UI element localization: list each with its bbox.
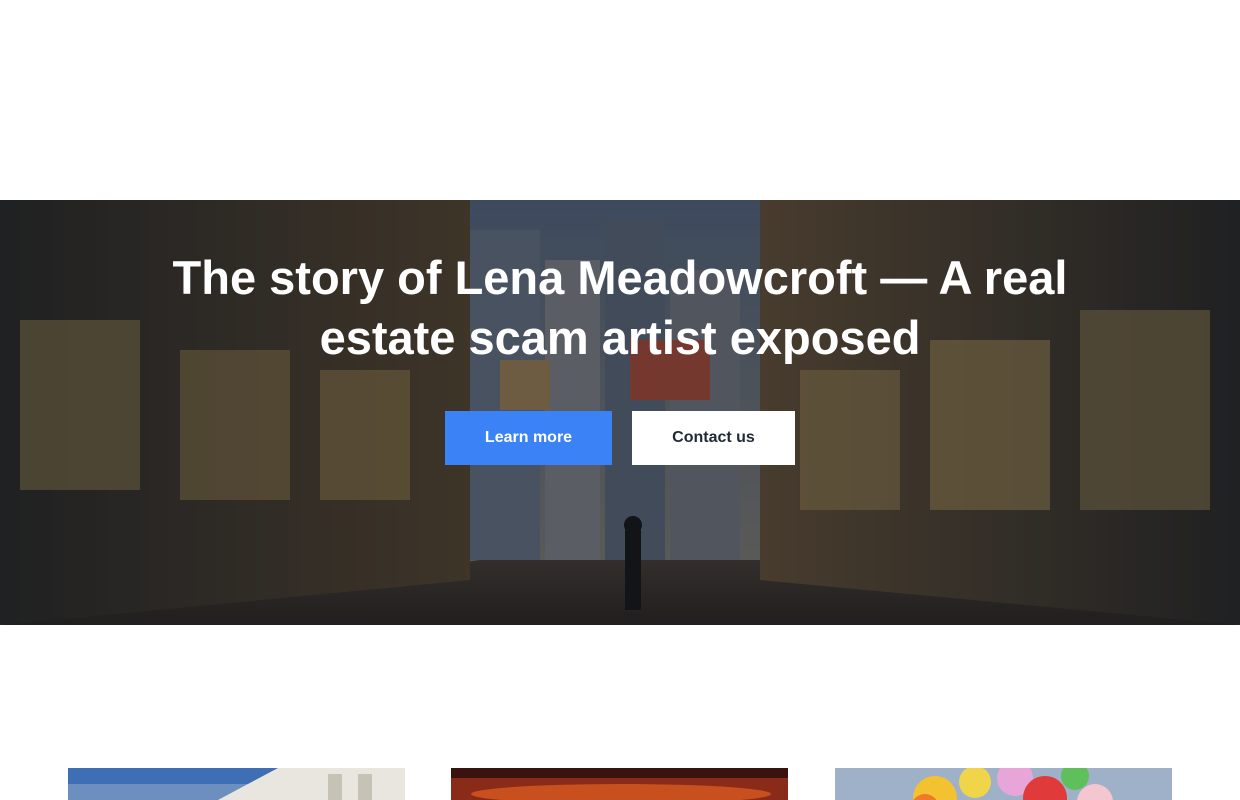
hero-title: The story of Lena Meadowcroft — A real e… <box>172 251 1068 364</box>
page: The story of Lena Meadowcroft — A real e… <box>0 0 1240 800</box>
card-image-balloons[interactable] <box>835 768 1172 800</box>
contact-us-button[interactable]: Contact us <box>632 411 795 465</box>
learn-more-button[interactable]: Learn more <box>445 411 612 465</box>
card-image-fire[interactable] <box>451 768 788 800</box>
red-fire-sky-photo <box>451 768 788 800</box>
building-sky-photo <box>68 768 405 800</box>
card-image-building[interactable] <box>68 768 405 800</box>
colorful-balloons-photo <box>835 768 1172 800</box>
hero-section: The story of Lena Meadowcroft — A real e… <box>0 200 1240 625</box>
